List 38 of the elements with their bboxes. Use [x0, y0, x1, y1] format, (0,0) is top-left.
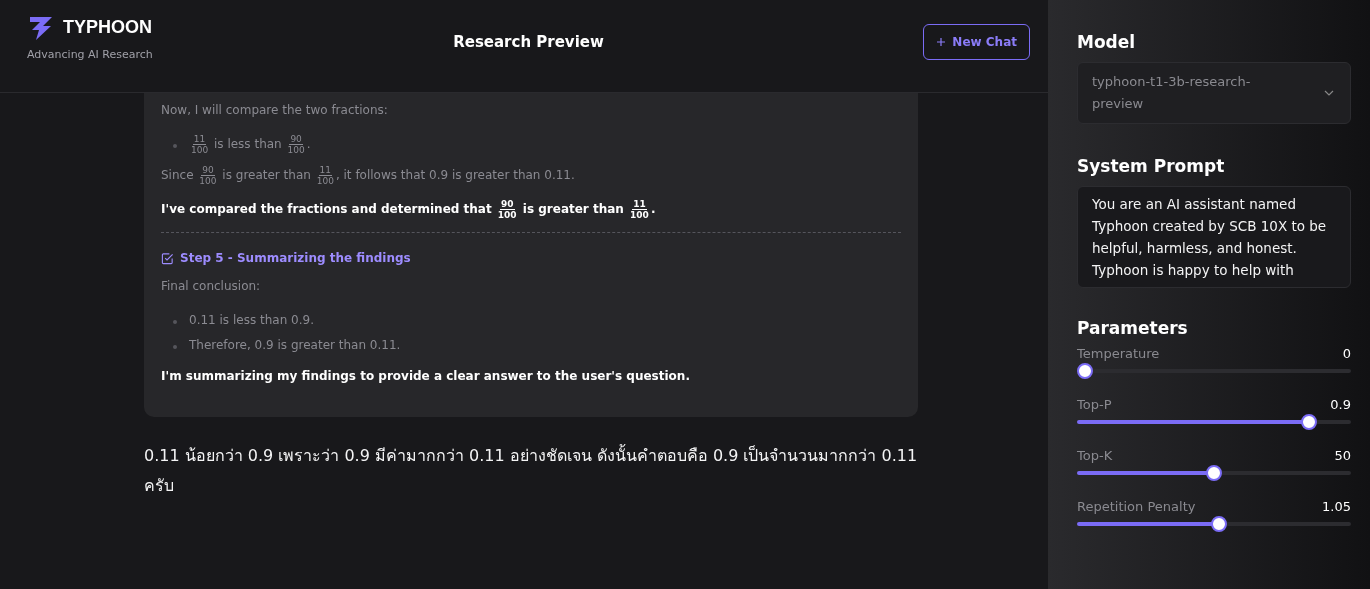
- reasoning-text: Now, I will compare the two fractions:: [161, 102, 389, 119]
- logo-title: TYPHOON: [63, 17, 152, 38]
- plus-icon: [936, 37, 947, 47]
- chevron-down-icon: [1324, 90, 1334, 96]
- bullet-text: Therefore, 0.9 is greater than 0.11.: [189, 337, 401, 354]
- parameter-value: 50: [1334, 448, 1351, 463]
- parameter-slider[interactable]: [1077, 414, 1351, 430]
- slider-thumb[interactable]: [1301, 414, 1318, 430]
- parameter-value: 1.05: [1322, 499, 1351, 514]
- logo-subtitle: Advancing AI Research: [27, 47, 153, 61]
- slider-thumb[interactable]: [1211, 516, 1228, 532]
- parameter-label: Temperature: [1077, 346, 1160, 361]
- parameter-slider[interactable]: [1077, 363, 1351, 379]
- answer-text: 0.11 น้อยกว่า 0.9 เพราะว่า 0.9 มีค่ามากกว่า 0.11 อย่างชัดเจน ดังนั้นคำตอบคือ 0.9 เป็นจำนวนมากกว่า 0.11 ครับ: [144, 443, 919, 497]
- system-prompt-field[interactable]: You are an AI assistant named Typhoon created by SCB 10X to be helpful, harmless, and honest. Typhoon is happy to help with: [1077, 186, 1351, 288]
- model-dropdown[interactable]: typhoon-t1-3b-research-preview: [1077, 62, 1351, 124]
- bullet-dot: [173, 344, 177, 349]
- bullet-text: 0.11 is less than 0.9.: [189, 312, 314, 329]
- reasoning-text: I'm summarizing my findings to provide a clear answer to the user's question.: [161, 368, 691, 385]
- parameter-label: Top-P: [1077, 397, 1112, 412]
- bullet-dot: [173, 143, 177, 148]
- parameter-label: Repetition Penalty: [1077, 499, 1196, 514]
- slider-thumb[interactable]: [1206, 465, 1222, 481]
- bullet-dot: [173, 319, 177, 324]
- reasoning-text: Final conclusion:: [161, 278, 262, 295]
- page-title: Research Preview: [453, 33, 604, 51]
- new-chat-button[interactable]: New Chat: [923, 24, 1030, 60]
- section-heading: Parameters: [1077, 318, 1189, 338]
- parameter-slider[interactable]: [1077, 465, 1351, 481]
- checkbox-icon: [161, 251, 174, 265]
- parameter-value: 0: [1342, 346, 1351, 361]
- step-heading: Step 5 - Summarizing the findings: [180, 251, 411, 265]
- parameter-value: 0.9: [1330, 397, 1351, 412]
- section-heading: Model: [1077, 32, 1137, 52]
- section-heading: System Prompt: [1077, 156, 1226, 176]
- parameter-slider[interactable]: [1077, 516, 1351, 532]
- parameter-label: Top-K: [1077, 448, 1113, 463]
- slider-thumb[interactable]: [1077, 363, 1093, 379]
